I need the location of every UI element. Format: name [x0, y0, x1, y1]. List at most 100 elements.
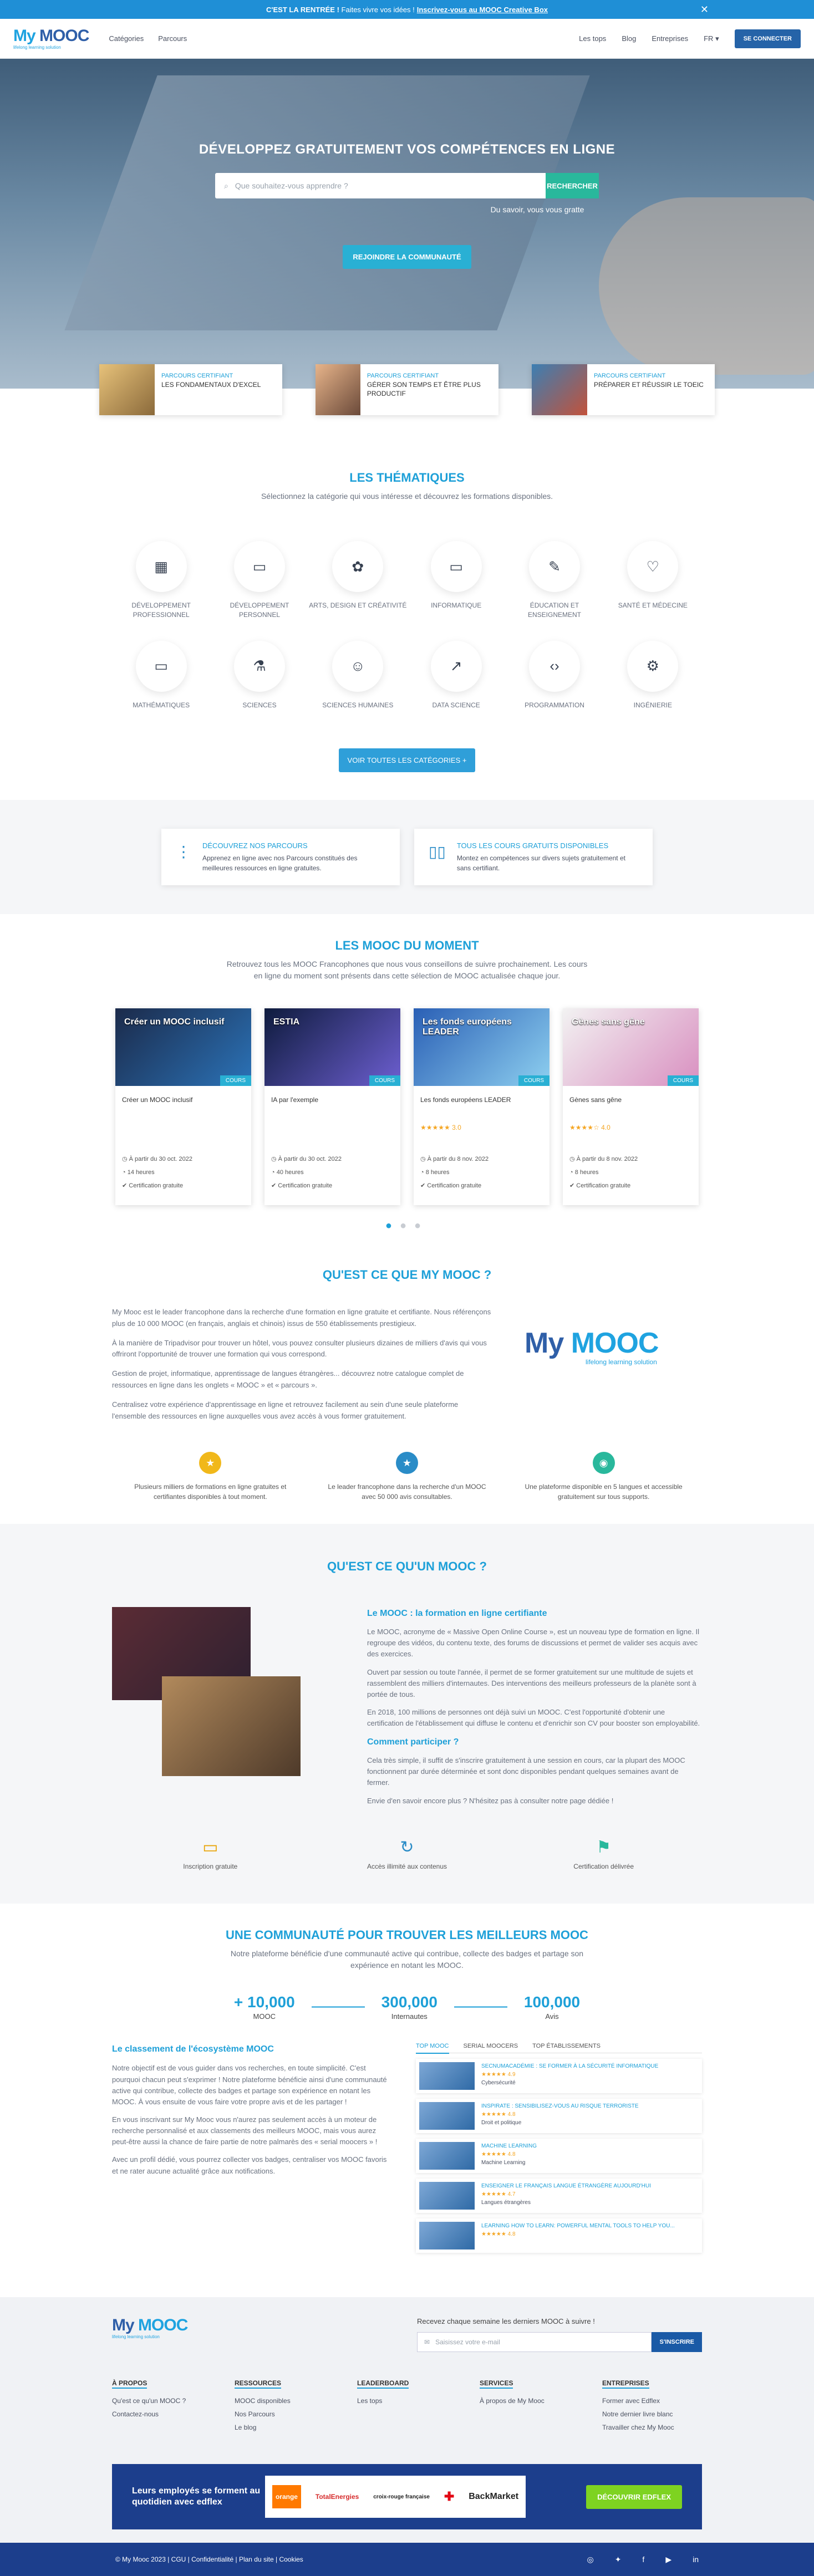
- mooc-card[interactable]: ESTIA COURS IA par l'exemple ◷ À partir du …: [264, 1008, 400, 1206]
- meta-row: ✔ Certification gratuite: [569, 1179, 692, 1192]
- all-categories-button[interactable]: VOIR TOUTES LES CATÉGORIES +: [338, 748, 476, 773]
- search-button[interactable]: RECHERCHER: [546, 173, 599, 198]
- nav-categories[interactable]: Catégories: [109, 34, 144, 43]
- tab-top-mooc[interactable]: TOP MOOC: [416, 2043, 449, 2054]
- discover-courses-card[interactable]: ▯▯ TOUS LES COURS GRATUITS DISPONIBLES Mon…: [414, 829, 653, 886]
- email-field[interactable]: ✉ Saisissez votre e-mail: [417, 2332, 652, 2352]
- banner-link[interactable]: Inscrivez-vous au MOOC Creative Box: [417, 6, 548, 14]
- linkedin-icon[interactable]: in: [693, 2555, 699, 2564]
- footer-link[interactable]: Former avec Edflex: [602, 2394, 702, 2407]
- top-item[interactable]: MACHINE LEARNING ★★★★★ 4.8 Machine Learnin…: [416, 2138, 702, 2173]
- mooc-card[interactable]: Créer un MOOC inclusif COURS Créer un MOOC…: [115, 1008, 251, 1206]
- footer-link[interactable]: Travailler chez My Mooc: [602, 2421, 702, 2434]
- top-title: LEARNING HOW TO LEARN: POWERFUL MENTAL T…: [481, 2222, 675, 2229]
- facebook-icon[interactable]: f: [642, 2555, 644, 2564]
- parcours-title: PRÉPARER ET RÉUSSIR LE TOEIC: [594, 380, 704, 389]
- footer-logo[interactable]: My MOOC lifelong learning solution: [112, 2317, 188, 2339]
- tab-serial-moocers[interactable]: SERIAL MOOCERS: [464, 2043, 518, 2049]
- mooc-card[interactable]: Gènes sans gêne COURS Gènes sans gêne ★★★★☆…: [563, 1008, 699, 1206]
- theme-icon: ▭: [135, 640, 187, 692]
- top-item[interactable]: SECNUMACADÉMIE : SE FORMER À LA SÉCURITÉ…: [416, 2058, 702, 2093]
- language-select[interactable]: FR ▾: [704, 34, 719, 43]
- footer-link[interactable]: Le blog: [235, 2421, 334, 2434]
- discover-edflex-button[interactable]: DÉCOUVRIR EDFLEX: [586, 2485, 682, 2509]
- meta-value: 8 heures: [425, 1169, 450, 1176]
- theme-item[interactable]: ⚙ INGÉNIERIE: [604, 640, 702, 710]
- login-button[interactable]: SE CONNECTER: [734, 29, 801, 48]
- logo-part-b: MOOC: [39, 26, 89, 45]
- course-tag: COURS: [518, 1075, 550, 1086]
- close-icon[interactable]: ✕: [700, 4, 709, 16]
- theme-item[interactable]: ▭ DÉVELOPPEMENT PERSONNEL: [210, 541, 308, 620]
- whatmooc-link-paragraph[interactable]: Envie d'en savoir encore plus ? N'hésite…: [367, 1795, 702, 1807]
- top-category: Langues étrangères: [481, 2199, 531, 2206]
- top-text: INSPIRATE : SENSIBILISEZ-VOUS AU RISQUE …: [481, 2102, 639, 2130]
- theme-item[interactable]: ♡ SANTÉ ET MÉDECINE: [604, 541, 702, 620]
- theme-item[interactable]: ✿ ARTS, DESIGN ET CRÉATIVITÉ: [309, 541, 407, 620]
- twitter-icon[interactable]: ✦: [615, 2555, 622, 2564]
- footer-heading: ENTREPRISES: [602, 2379, 649, 2389]
- top-item[interactable]: INSPIRATE : SENSIBILISEZ-VOUS AU RISQUE …: [416, 2098, 702, 2133]
- footer-link[interactable]: Nos Parcours: [235, 2407, 334, 2421]
- email-placeholder: Saisissez votre e-mail: [435, 2338, 500, 2346]
- footer-link[interactable]: Qu'est ce qu'un MOOC ?: [112, 2394, 212, 2407]
- parcours-card[interactable]: PARCOURS CERTIFIANT PRÉPARER ET RÉUSSIR L…: [532, 364, 715, 415]
- whatmooc-title: QU'EST CE QU'UN MOOC ?: [327, 1559, 487, 1574]
- discover-parcours-card[interactable]: ⋮ DÉCOUVREZ NOS PARCOURS Apprenez en ligne…: [161, 829, 400, 886]
- top-item[interactable]: LEARNING HOW TO LEARN: POWERFUL MENTAL T…: [416, 2218, 702, 2253]
- top-title: INSPIRATE : SENSIBILISEZ-VOUS AU RISQUE …: [481, 2103, 639, 2109]
- theme-item[interactable]: ▭ MATHÉMATIQUES: [112, 640, 210, 710]
- discover-text: Apprenez en ligne avec nos Parcours cons…: [202, 854, 358, 872]
- footer-link[interactable]: Les tops: [357, 2394, 457, 2407]
- clock-icon: ◔: [122, 1169, 128, 1176]
- tab-top-etablissements[interactable]: TOP ÉTABLISSEMENTS: [532, 2043, 601, 2049]
- youtube-icon[interactable]: ▶: [665, 2555, 671, 2564]
- carousel-dots[interactable]: ●●●: [112, 1220, 702, 1232]
- instagram-icon[interactable]: ◎: [587, 2555, 593, 2564]
- certificate-icon: ✔: [122, 1182, 129, 1190]
- mooc-cover: ESTIA COURS: [264, 1008, 400, 1086]
- what-section: QU'EST CE QUE MY MOOC ? My Mooc est le l…: [112, 1232, 702, 1502]
- meta-row: ◷ À partir du 8 nov. 2022: [420, 1152, 543, 1166]
- theme-item[interactable]: ↗ DATA SCIENCE: [407, 640, 505, 710]
- top-thumb: [419, 2101, 475, 2130]
- nav-parcours[interactable]: Parcours: [158, 34, 187, 43]
- theme-icon: ▦: [135, 541, 187, 592]
- theme-label: INGÉNIERIE: [633, 701, 672, 709]
- footer-link[interactable]: À propos de My Mooc: [480, 2394, 579, 2407]
- theme-item[interactable]: ⚗ SCIENCES: [210, 640, 308, 710]
- what-point: Le leader francophone dans la recherche …: [328, 1483, 486, 1501]
- theme-item[interactable]: ▭ INFORMATIQUE: [407, 541, 505, 620]
- subscribe-button[interactable]: S'INSCRIRE: [652, 2332, 702, 2352]
- theme-label: ARTS, DESIGN ET CRÉATIVITÉ: [309, 601, 407, 609]
- search-input[interactable]: ⌕ Que souhaitez-vous apprendre ?: [215, 173, 546, 198]
- theme-item[interactable]: ☺ SCIENCES HUMAINES: [309, 640, 407, 710]
- theme-item[interactable]: ✎ ÉDUCATION ET ENSEIGNEMENT: [505, 541, 603, 620]
- chevron-down-icon: ▾: [715, 34, 719, 43]
- cover-text: Créer un MOOC inclusif: [124, 1017, 225, 1027]
- nav-entreprises[interactable]: Entreprises: [652, 34, 688, 43]
- mooc-meta: ◷ À partir du 30 oct. 2022 ◔ 14 heures ✔ C…: [115, 1136, 251, 1193]
- nav-blog[interactable]: Blog: [622, 34, 636, 43]
- feature-label: Certification délivrée: [573, 1862, 634, 1870]
- theme-item[interactable]: ‹› PROGRAMMATION: [505, 640, 603, 710]
- nav-tops[interactable]: Les tops: [579, 34, 606, 43]
- meta-value: Certification gratuite: [129, 1182, 184, 1190]
- mooc-section: LES MOOC DU MOMENT Retrouvez tous les MO…: [112, 914, 702, 1232]
- croix-rouge-logo: croix-rouge française: [373, 2493, 430, 2500]
- site-logo[interactable]: My MOOC lifelong learning solution: [13, 26, 89, 50]
- parcours-card[interactable]: PARCOURS CERTIFIANT GÉRER SON TEMPS ET ÊT…: [316, 364, 498, 415]
- top-rating: ★★★★★ 4.9: [481, 2071, 516, 2078]
- top-item[interactable]: ENSEIGNER LE FRANÇAIS LANGUE ÉTRANGÈRE A…: [416, 2178, 702, 2213]
- footer-link[interactable]: Notre dernier livre blanc: [602, 2407, 702, 2421]
- join-community-button[interactable]: REJOINDRE LA COMMUNAUTÉ: [343, 245, 471, 269]
- copyright-links[interactable]: © My Mooc 2023 | CGU | Confidentialité |…: [115, 2555, 303, 2563]
- theme-item[interactable]: ▦ DÉVELOPPEMENT PROFESSIONNEL: [112, 541, 210, 620]
- mooc-title: Créer un MOOC inclusif: [122, 1096, 193, 1104]
- what-paragraph: My Mooc est le leader francophone dans l…: [112, 1308, 491, 1328]
- parcours-tag: PARCOURS CERTIFIANT: [367, 373, 439, 379]
- parcours-card[interactable]: PARCOURS CERTIFIANT LES FONDAMENTAUX D'EX…: [99, 364, 282, 415]
- footer-link[interactable]: Contactez-nous: [112, 2407, 212, 2421]
- mooc-card[interactable]: Les fonds européens LEADER COURS Les fonds…: [414, 1008, 550, 1206]
- footer-link[interactable]: MOOC disponibles: [235, 2394, 334, 2407]
